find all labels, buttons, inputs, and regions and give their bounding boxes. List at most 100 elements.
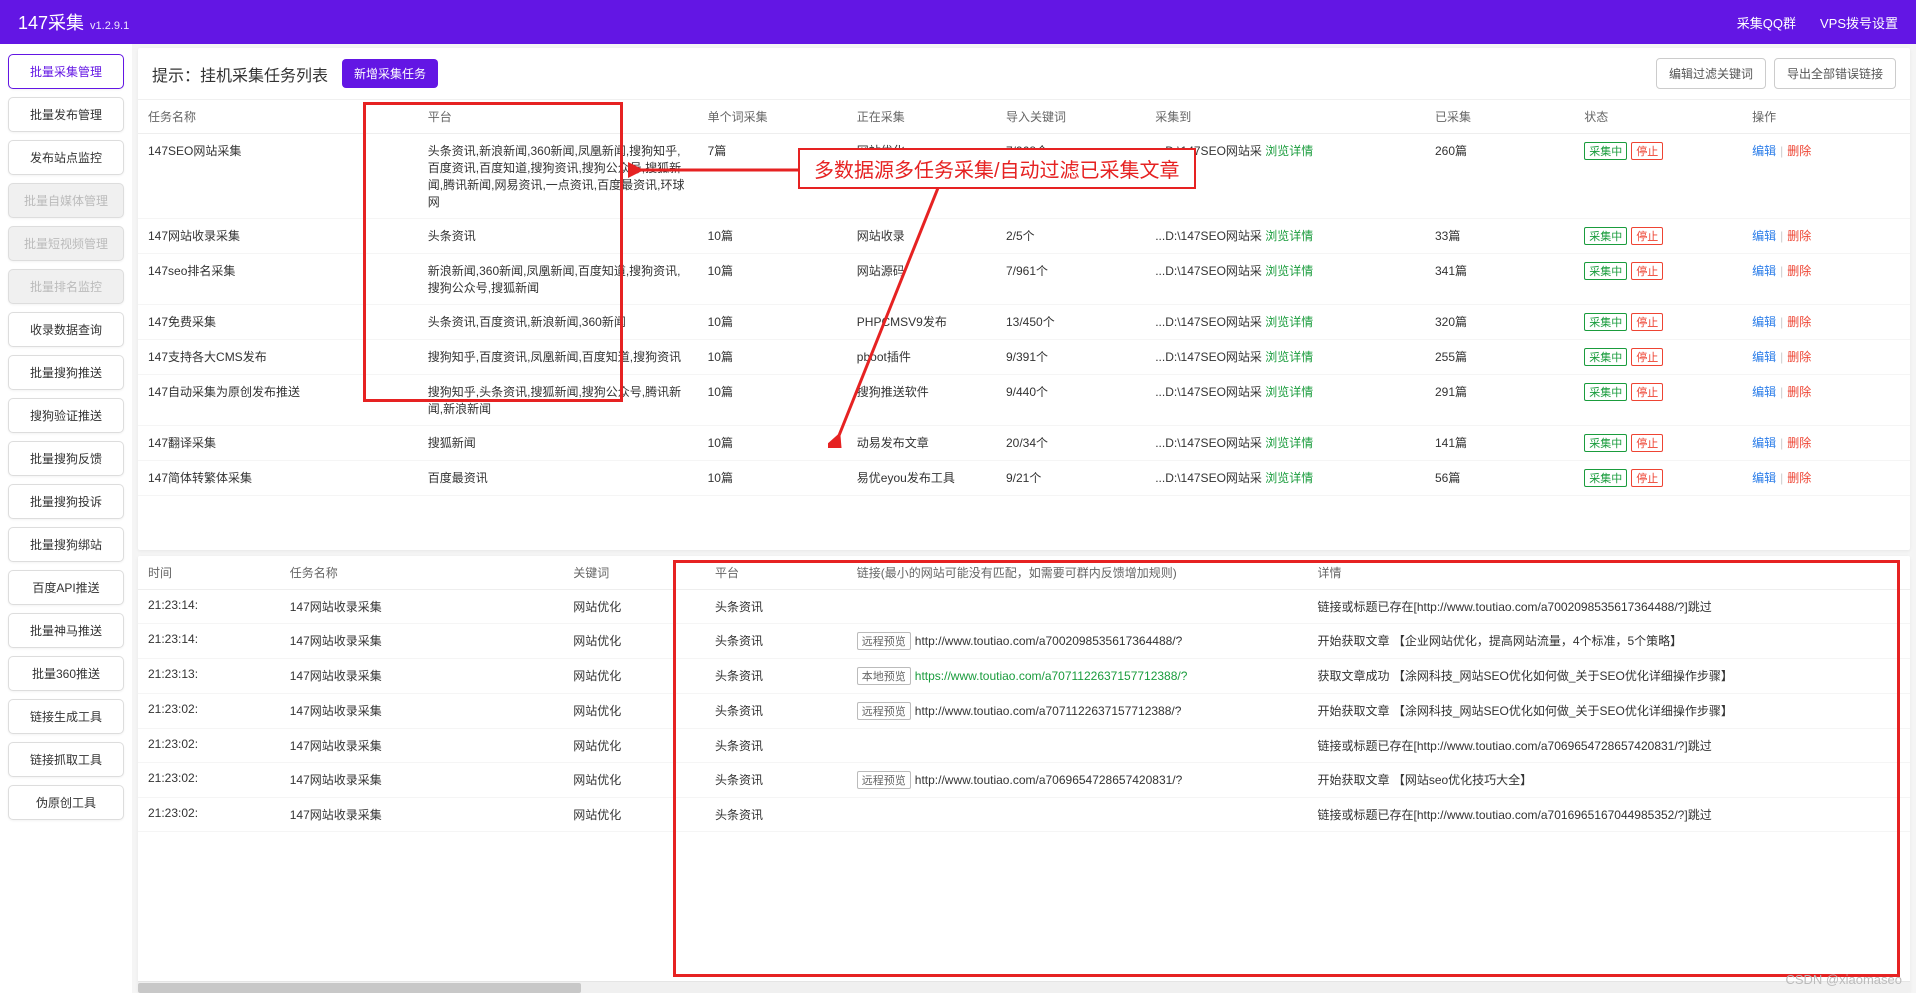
delete-link[interactable]: 删除 <box>1787 229 1811 243</box>
log-url[interactable]: https://www.toutiao.com/a707112263715771… <box>915 669 1188 683</box>
stop-button[interactable]: 停止 <box>1631 348 1663 366</box>
task-row: 147免费采集头条资讯,百度资讯,新浪新闻,360新闻10篇PHPCMSV9发布… <box>138 305 1910 340</box>
stop-button[interactable]: 停止 <box>1631 469 1663 487</box>
vps-settings-link[interactable]: VPS拨号设置 <box>1820 13 1898 32</box>
tasks-col-name: 任务名称 <box>138 100 418 134</box>
edit-link[interactable]: 编辑 <box>1752 436 1776 450</box>
tasks-col-status: 状态 <box>1574 100 1742 134</box>
view-detail-link[interactable]: 浏览详情 <box>1265 350 1313 364</box>
stop-button[interactable]: 停止 <box>1631 434 1663 452</box>
task-row: 147seo排名采集新浪新闻,360新闻,凤凰新闻,百度知道,搜狗资讯,搜狗公众… <box>138 254 1910 305</box>
horizontal-scrollbar[interactable] <box>138 981 1910 993</box>
log-url[interactable]: http://www.toutiao.com/a7002098535617364… <box>915 634 1183 648</box>
log-row: 21:23:02:147网站收录采集网站优化头条资讯远程预览http://www… <box>138 763 1910 798</box>
view-detail-link[interactable]: 浏览详情 <box>1265 471 1313 485</box>
export-errors-button[interactable]: 导出全部错误链接 <box>1774 58 1896 89</box>
topbar: 147采集 v1.2.9.1 采集QQ群 VPS拨号设置 <box>0 0 1916 44</box>
view-detail-link[interactable]: 浏览详情 <box>1265 436 1313 450</box>
sidebar-item-0[interactable]: 批量采集管理 <box>8 54 124 89</box>
stop-button[interactable]: 停止 <box>1631 313 1663 331</box>
delete-link[interactable]: 删除 <box>1787 436 1811 450</box>
log-col-detail: 详情 <box>1307 556 1910 590</box>
log-row: 21:23:02:147网站收录采集网站优化头条资讯链接或标题已存在[http:… <box>138 798 1910 832</box>
sidebar-item-15[interactable]: 链接生成工具 <box>8 699 124 734</box>
annotation-label: 多数据源多任务采集/自动过滤已采集文章 <box>798 148 1196 189</box>
sidebar-item-16[interactable]: 链接抓取工具 <box>8 742 124 777</box>
watermark: CSDN @xiaomaseo <box>1785 972 1902 987</box>
qq-group-link[interactable]: 采集QQ群 <box>1737 13 1796 32</box>
stop-button[interactable]: 停止 <box>1631 142 1663 160</box>
edit-link[interactable]: 编辑 <box>1752 350 1776 364</box>
edit-link[interactable]: 编辑 <box>1752 471 1776 485</box>
edit-link[interactable]: 编辑 <box>1752 315 1776 329</box>
sidebar-item-7[interactable]: 批量搜狗推送 <box>8 355 124 390</box>
sidebar-item-8[interactable]: 搜狗验证推送 <box>8 398 124 433</box>
view-detail-link[interactable]: 浏览详情 <box>1265 315 1313 329</box>
task-row: 147简体转繁体采集百度最资讯10篇易优eyou发布工具9/21个...D:\1… <box>138 461 1910 496</box>
sidebar-item-11[interactable]: 批量搜狗绑站 <box>8 527 124 562</box>
edit-link[interactable]: 编辑 <box>1752 385 1776 399</box>
preview-tag[interactable]: 远程预览 <box>857 702 911 720</box>
edit-link[interactable]: 编辑 <box>1752 229 1776 243</box>
sidebar-item-1[interactable]: 批量发布管理 <box>8 97 124 132</box>
app-title: 147采集 <box>18 9 84 35</box>
status-badge: 采集中 <box>1584 313 1627 331</box>
log-row: 21:23:02:147网站收录采集网站优化头条资讯链接或标题已存在[http:… <box>138 729 1910 763</box>
log-row: 21:23:14:147网站收录采集网站优化头条资讯远程预览http://www… <box>138 624 1910 659</box>
delete-link[interactable]: 删除 <box>1787 315 1811 329</box>
delete-link[interactable]: 删除 <box>1787 471 1811 485</box>
sidebar-item-14[interactable]: 批量360推送 <box>8 656 124 691</box>
log-panel: 时间任务名称关键词平台链接(最小的网站可能没有匹配，如需要可群内反馈增加规则)详… <box>138 556 1910 993</box>
stop-button[interactable]: 停止 <box>1631 383 1663 401</box>
app-version: v1.2.9.1 <box>90 20 129 32</box>
stop-button[interactable]: 停止 <box>1631 227 1663 245</box>
task-row: 147支持各大CMS发布搜狗知乎,百度资讯,凤凰新闻,百度知道,搜狗资讯10篇p… <box>138 340 1910 375</box>
view-detail-link[interactable]: 浏览详情 <box>1265 229 1313 243</box>
delete-link[interactable]: 删除 <box>1787 350 1811 364</box>
preview-tag[interactable]: 远程预览 <box>857 771 911 789</box>
log-row: 21:23:02:147网站收录采集网站优化头条资讯远程预览http://www… <box>138 694 1910 729</box>
sidebar-item-9[interactable]: 批量搜狗反馈 <box>8 441 124 476</box>
preview-tag[interactable]: 远程预览 <box>857 632 911 650</box>
sidebar-item-17[interactable]: 伪原创工具 <box>8 785 124 820</box>
log-row: 21:23:14:147网站收录采集网站优化头条资讯链接或标题已存在[http:… <box>138 590 1910 624</box>
view-detail-link[interactable]: 浏览详情 <box>1265 264 1313 278</box>
edit-link[interactable]: 编辑 <box>1752 144 1776 158</box>
log-table: 时间任务名称关键词平台链接(最小的网站可能没有匹配，如需要可群内反馈增加规则)详… <box>138 556 1910 832</box>
add-task-button[interactable]: 新增采集任务 <box>342 59 438 88</box>
tasks-col-target: 采集到 <box>1145 100 1425 134</box>
status-badge: 采集中 <box>1584 434 1627 452</box>
sidebar-item-6[interactable]: 收录数据查询 <box>8 312 124 347</box>
tasks-col-platform: 平台 <box>418 100 698 134</box>
tasks-col-op: 操作 <box>1742 100 1910 134</box>
edit-filter-button[interactable]: 编辑过滤关键词 <box>1656 58 1766 89</box>
status-badge: 采集中 <box>1584 227 1627 245</box>
tasks-col-imported: 导入关键词 <box>996 100 1145 134</box>
tasks-title: 提示：挂机采集任务列表 <box>152 62 328 86</box>
sidebar: 批量采集管理批量发布管理发布站点监控批量自媒体管理批量短视频管理批量排名监控收录… <box>0 44 132 993</box>
log-url[interactable]: http://www.toutiao.com/a7071122637157712… <box>915 704 1182 718</box>
stop-button[interactable]: 停止 <box>1631 262 1663 280</box>
sidebar-item-13[interactable]: 批量神马推送 <box>8 613 124 648</box>
log-url[interactable]: http://www.toutiao.com/a7069654728657420… <box>915 773 1183 787</box>
preview-tag[interactable]: 本地预览 <box>857 667 911 685</box>
edit-link[interactable]: 编辑 <box>1752 264 1776 278</box>
status-badge: 采集中 <box>1584 262 1627 280</box>
view-detail-link[interactable]: 浏览详情 <box>1265 385 1313 399</box>
task-row: 147翻译采集搜狐新闻10篇动易发布文章20/34个...D:\147SEO网站… <box>138 426 1910 461</box>
delete-link[interactable]: 删除 <box>1787 264 1811 278</box>
sidebar-item-12[interactable]: 百度API推送 <box>8 570 124 605</box>
sidebar-item-2[interactable]: 发布站点监控 <box>8 140 124 175</box>
task-row: 147自动采集为原创发布推送搜狗知乎,头条资讯,搜狐新闻,搜狗公众号,腾讯新闻,… <box>138 375 1910 426</box>
tasks-col-single: 单个词采集 <box>698 100 847 134</box>
delete-link[interactable]: 删除 <box>1787 144 1811 158</box>
status-badge: 采集中 <box>1584 142 1627 160</box>
log-col-platform: 平台 <box>705 556 847 590</box>
sidebar-item-10[interactable]: 批量搜狗投诉 <box>8 484 124 519</box>
sidebar-item-4: 批量短视频管理 <box>8 226 124 261</box>
sidebar-item-3: 批量自媒体管理 <box>8 183 124 218</box>
status-badge: 采集中 <box>1584 383 1627 401</box>
delete-link[interactable]: 删除 <box>1787 385 1811 399</box>
view-detail-link[interactable]: 浏览详情 <box>1265 144 1313 158</box>
tasks-col-collected: 已采集 <box>1425 100 1574 134</box>
